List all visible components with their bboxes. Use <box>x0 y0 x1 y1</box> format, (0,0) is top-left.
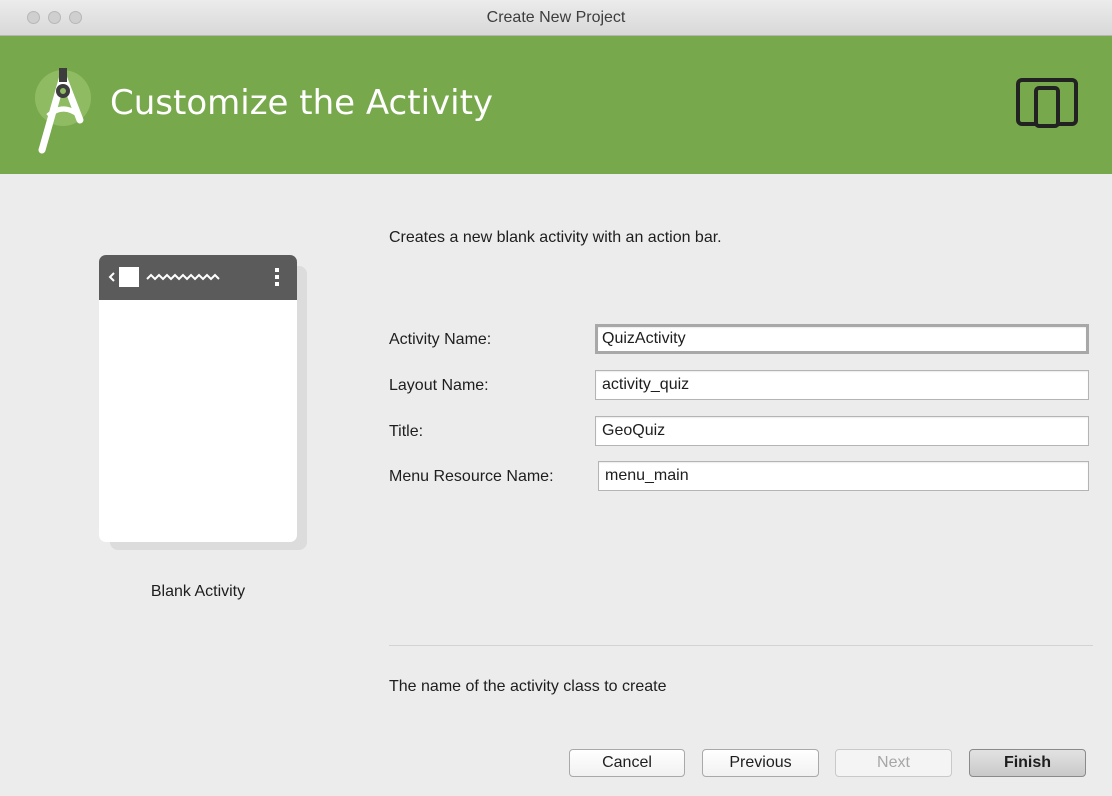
activity-description: Creates a new blank activity with an act… <box>389 229 722 246</box>
title-label: Title: <box>389 423 424 440</box>
page-title: Customize the Activity <box>110 83 494 123</box>
window-title: Create New Project <box>486 9 626 26</box>
cancel-button[interactable]: Cancel <box>569 749 685 777</box>
preview-action-bar <box>99 255 297 300</box>
next-button[interactable]: Next <box>835 749 952 777</box>
action-bar-glyphs-icon <box>108 267 279 287</box>
field-hint: The name of the activity class to create <box>389 678 667 695</box>
preview-label: Blank Activity <box>150 583 246 600</box>
wizard-header: Customize the Activity <box>0 36 1112 174</box>
finish-button[interactable]: Finish <box>969 749 1086 777</box>
title-input[interactable] <box>595 416 1089 446</box>
phone-tablet-icon <box>1016 78 1078 128</box>
activity-preview <box>99 255 297 542</box>
window-titlebar: Create New Project <box>0 0 1112 36</box>
menu-resource-name-label: Menu Resource Name: <box>389 468 554 485</box>
menu-resource-name-input[interactable] <box>598 461 1089 491</box>
preview-screen <box>99 255 297 542</box>
activity-name-input[interactable] <box>595 324 1089 354</box>
android-studio-icon <box>35 68 91 154</box>
divider <box>389 645 1093 646</box>
previous-button[interactable]: Previous <box>702 749 819 777</box>
layout-name-input[interactable] <box>595 370 1089 400</box>
layout-name-label: Layout Name: <box>389 377 489 394</box>
activity-name-label: Activity Name: <box>389 331 492 348</box>
